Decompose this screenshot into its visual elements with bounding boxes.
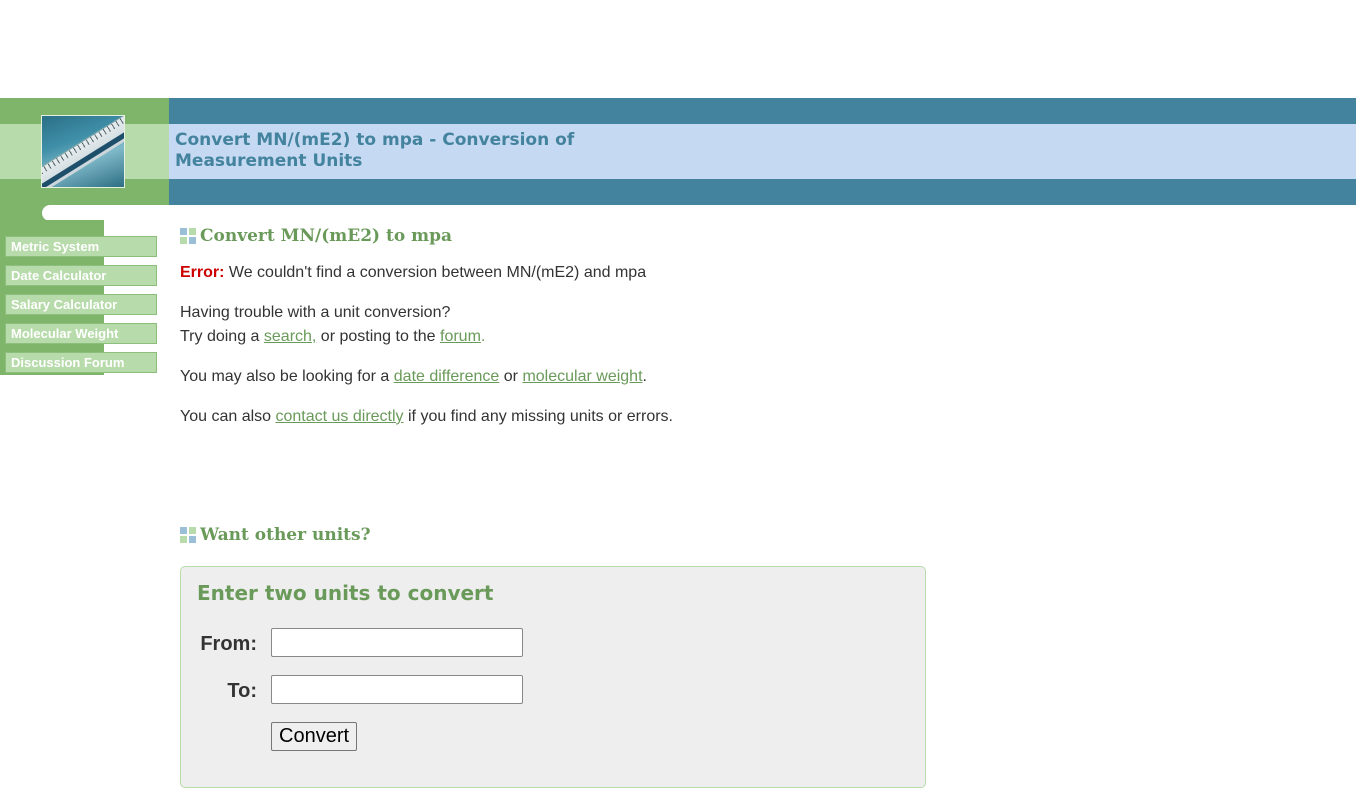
page-title: Convert MN/(mE2) to mpa - Conversion of … [175, 130, 605, 172]
also-paragraph: You may also be looking for a date diffe… [180, 365, 940, 389]
contact-link[interactable]: contact us directly [275, 408, 403, 425]
contact-suffix: if you find any missing units or errors. [403, 408, 673, 425]
sidebar-item-salary-calculator[interactable]: Salary Calculator [5, 294, 157, 315]
unit-conversion-form: Enter two units to convert From: To: Con… [180, 566, 926, 788]
ruler-thermometer-logo-icon[interactable] [41, 115, 125, 188]
try-prefix: Try doing a [180, 328, 264, 345]
conversion-heading: Convert MN/(mE2) to mpa [180, 226, 940, 246]
search-link[interactable]: search, [264, 328, 316, 345]
from-label: From: [200, 633, 257, 655]
sidebar-nav: Metric System Date Calculator Salary Cal… [5, 236, 157, 381]
sidebar-item-metric-system[interactable]: Metric System [5, 236, 157, 257]
other-units-heading: Want other units? [180, 525, 940, 545]
help-paragraph: Having trouble with a unit conversion? T… [180, 301, 940, 349]
try-suffix: . [480, 328, 486, 345]
error-text: We couldn't find a conversion between MN… [224, 264, 647, 281]
other-units-heading-text: Want other units? [200, 525, 371, 545]
molecular-weight-link[interactable]: molecular weight [522, 368, 642, 385]
grid-bullet-icon [180, 527, 196, 543]
trouble-text: Having trouble with a unit conversion? [180, 304, 451, 321]
contact-prefix: You can also [180, 408, 276, 425]
forum-link[interactable]: forum [440, 328, 481, 345]
also-suffix: . [642, 368, 647, 385]
contact-paragraph: You can also contact us directly if you … [180, 405, 940, 429]
page-title-line2: Measurement Units [175, 151, 363, 171]
also-prefix: You may also be looking for a [180, 368, 394, 385]
convert-button[interactable]: Convert [271, 722, 358, 751]
conversion-heading-text: Convert MN/(mE2) to mpa [200, 226, 452, 246]
to-input[interactable] [271, 675, 523, 704]
date-difference-link[interactable]: date difference [394, 368, 500, 385]
error-message: Error: We couldn't find a conversion bet… [180, 261, 940, 285]
page-title-line1: Convert MN/(mE2) to mpa - Conversion of [175, 130, 575, 150]
error-label: Error: [180, 264, 225, 281]
sidebar-curve [42, 205, 82, 221]
sidebar-item-discussion-forum[interactable]: Discussion Forum [5, 352, 157, 373]
main-content: Convert MN/(mE2) to mpa Error: We couldn… [180, 226, 940, 545]
to-label: To: [227, 680, 257, 702]
sidebar-item-date-calculator[interactable]: Date Calculator [5, 265, 157, 286]
from-input[interactable] [271, 628, 523, 657]
try-mid: or posting to the [316, 328, 440, 345]
form-title: Enter two units to convert [197, 581, 494, 605]
sidebar-item-molecular-weight[interactable]: Molecular Weight [5, 323, 157, 344]
grid-bullet-icon [180, 228, 196, 244]
also-mid: or [499, 368, 523, 385]
